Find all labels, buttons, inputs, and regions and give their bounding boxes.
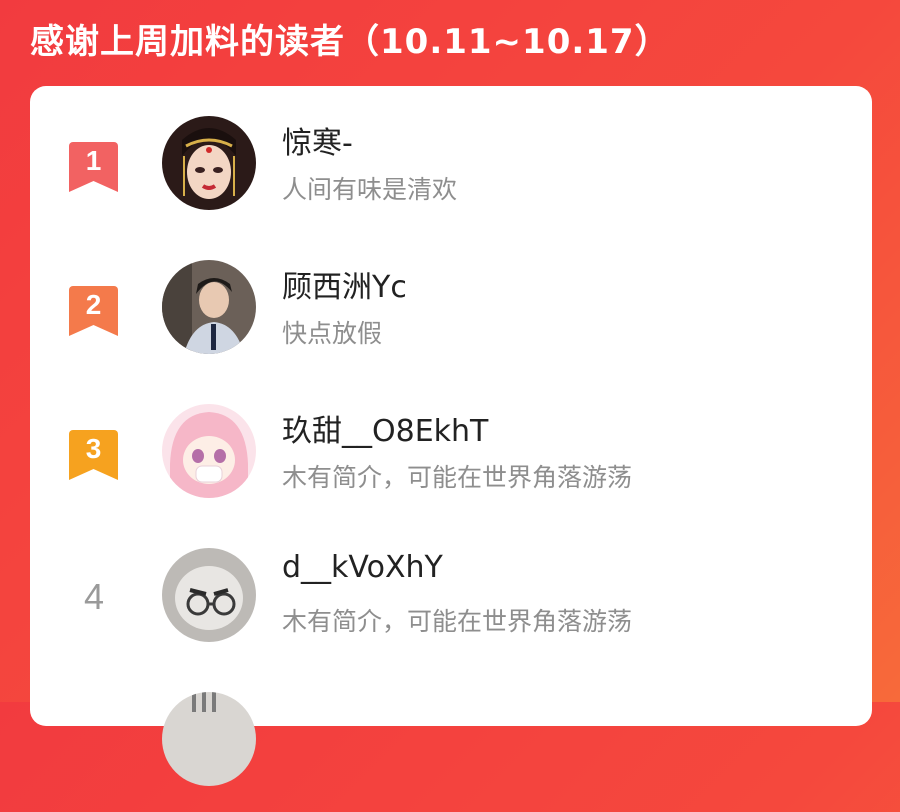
reader-bio: 木有简介，可能在世界角落游荡 bbox=[282, 607, 633, 636]
rank-badge: 1 bbox=[69, 142, 118, 192]
reader-row[interactable]: 3 玖甜__O8EkhT 木有简介，可能在世界角落游荡 bbox=[30, 404, 872, 524]
avatar[interactable] bbox=[162, 116, 256, 210]
reader-bio: 快点放假 bbox=[282, 319, 383, 348]
page-title: 感谢上周加料的读者（10.11~10.17） bbox=[30, 22, 670, 62]
reader-row-partial[interactable] bbox=[30, 692, 872, 812]
avatar[interactable] bbox=[162, 260, 256, 354]
reader-row[interactable]: 4 d__kVoXhY 木有简介，可能在世界角落游荡 bbox=[30, 548, 872, 668]
reader-list-card: 1 惊寒- 人间有味是清欢 2 顾西洲Yc 快点放假 3 玖甜__O8EkhT … bbox=[30, 86, 872, 786]
reader-name: 玖甜__O8EkhT bbox=[282, 414, 489, 449]
avatar[interactable] bbox=[162, 548, 256, 642]
reader-bio: 木有简介，可能在世界角落游荡 bbox=[282, 463, 633, 492]
reader-bio: 人间有味是清欢 bbox=[282, 175, 458, 204]
rank-badge: 2 bbox=[69, 286, 118, 336]
avatar[interactable] bbox=[162, 404, 256, 498]
avatar[interactable] bbox=[162, 692, 256, 786]
rank-badge: 3 bbox=[69, 430, 118, 480]
reader-row[interactable]: 1 惊寒- 人间有味是清欢 bbox=[30, 116, 872, 236]
reader-name: d__kVoXhY bbox=[282, 550, 443, 585]
rank-number: 4 bbox=[83, 576, 105, 617]
reader-row[interactable]: 2 顾西洲Yc 快点放假 bbox=[30, 260, 872, 380]
reader-name: 惊寒- bbox=[282, 126, 353, 161]
reader-name: 顾西洲Yc bbox=[282, 270, 407, 305]
